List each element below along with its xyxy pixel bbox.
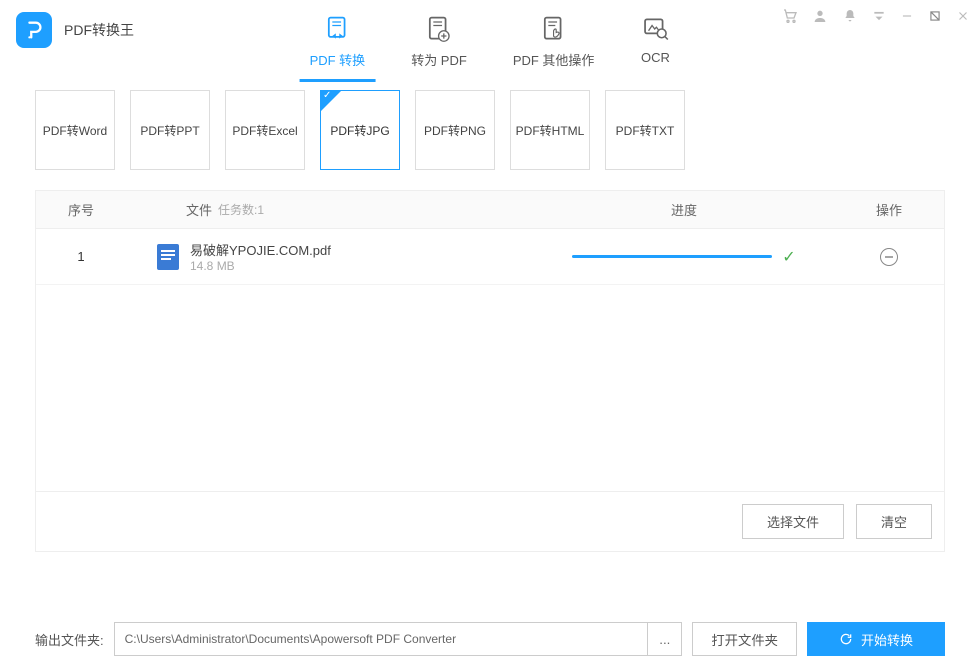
clear-button[interactable]: 清空 [856, 504, 932, 539]
document-convert-icon [322, 14, 352, 44]
conv-label: PDF转Excel [232, 122, 297, 139]
nav-tabs: PDF 转换 转为 PDF PDF 其他操作 OCR [300, 10, 681, 82]
file-info: 易破解YPOJIE.COM.pdf 14.8 MB [190, 240, 331, 273]
tab-label: 转为 PDF [411, 50, 467, 69]
conv-label: PDF转TXT [616, 122, 675, 139]
conv-label: PDF转PPT [140, 122, 199, 139]
file-table: 序号 文件 任务数:1 进度 操作 1 易破解YPOJIE.COM.pdf 14… [35, 190, 945, 552]
tab-label: PDF 转换 [310, 50, 366, 69]
app-title: PDF转换王 [64, 20, 134, 40]
conv-pdf-to-ppt[interactable]: PDF转PPT [130, 90, 210, 170]
output-path-group: ... [114, 622, 683, 656]
close-icon[interactable] [956, 9, 970, 23]
titlebar: PDF转换王 PDF 转换 转为 PDF PDF 其他操作 OCR [0, 0, 980, 60]
refresh-icon [839, 632, 853, 646]
conv-pdf-to-word[interactable]: PDF转Word [35, 90, 115, 170]
select-file-button[interactable]: 选择文件 [742, 504, 844, 539]
main-content: PDF转Word PDF转PPT PDF转Excel PDF转JPG PDF转P… [0, 90, 980, 552]
titlebar-controls [782, 8, 970, 24]
conv-label: PDF转PNG [424, 122, 486, 139]
pdf-file-icon [156, 243, 180, 271]
conv-pdf-to-png[interactable]: PDF转PNG [415, 90, 495, 170]
start-label: 开始转换 [861, 630, 913, 649]
progress-bar [572, 255, 772, 258]
bell-icon[interactable] [842, 8, 858, 24]
cart-icon[interactable] [782, 8, 798, 24]
browse-button[interactable]: ... [648, 622, 682, 656]
tab-to-pdf[interactable]: 转为 PDF [401, 10, 477, 82]
tab-pdf-convert[interactable]: PDF 转换 [300, 10, 376, 82]
bottom-bar: 输出文件夹: ... 打开文件夹 开始转换 [35, 622, 945, 656]
row-num: 1 [36, 249, 126, 264]
conv-pdf-to-jpg[interactable]: PDF转JPG [320, 90, 400, 170]
tab-pdf-other[interactable]: PDF 其他操作 [503, 10, 605, 82]
document-add-icon [424, 14, 454, 44]
header-num: 序号 [36, 200, 126, 219]
header-task-count: 任务数:1 [218, 201, 264, 218]
checkmark-icon: ✓ [782, 247, 795, 267]
progress-cell: ✓ [534, 247, 834, 267]
tab-ocr[interactable]: OCR [630, 10, 680, 82]
user-icon[interactable] [812, 8, 828, 24]
table-body: 1 易破解YPOJIE.COM.pdf 14.8 MB ✓ [36, 229, 944, 491]
minimize-icon[interactable] [900, 9, 914, 23]
table-row: 1 易破解YPOJIE.COM.pdf 14.8 MB ✓ [36, 229, 944, 285]
conv-pdf-to-txt[interactable]: PDF转TXT [605, 90, 685, 170]
conv-label: PDF转JPG [330, 122, 389, 139]
remove-button[interactable] [880, 248, 898, 266]
conv-label: PDF转HTML [516, 122, 585, 139]
table-header: 序号 文件 任务数:1 进度 操作 [36, 191, 944, 229]
conv-label: PDF转Word [43, 122, 107, 139]
header-progress: 进度 [534, 200, 834, 219]
conv-pdf-to-html[interactable]: PDF转HTML [510, 90, 590, 170]
tab-label: OCR [641, 50, 670, 65]
table-footer: 选择文件 清空 [36, 491, 944, 551]
header-file-label: 文件 [186, 200, 212, 219]
conversion-type-grid: PDF转Word PDF转PPT PDF转Excel PDF转JPG PDF转P… [35, 90, 945, 170]
file-name: 易破解YPOJIE.COM.pdf [190, 240, 331, 259]
document-hand-icon [539, 14, 569, 44]
app-logo-icon [16, 12, 52, 48]
file-size: 14.8 MB [190, 259, 331, 273]
maximize-icon[interactable] [928, 9, 942, 23]
ocr-icon [640, 14, 670, 44]
action-cell [834, 248, 944, 266]
header-file: 文件 任务数:1 [126, 200, 534, 219]
start-convert-button[interactable]: 开始转换 [807, 622, 945, 656]
conv-pdf-to-excel[interactable]: PDF转Excel [225, 90, 305, 170]
header-action: 操作 [834, 200, 944, 219]
menu-dropdown-icon[interactable] [872, 9, 886, 23]
output-folder-label: 输出文件夹: [35, 630, 104, 649]
tab-label: PDF 其他操作 [513, 50, 595, 69]
output-path-input[interactable] [114, 622, 649, 656]
open-folder-button[interactable]: 打开文件夹 [692, 622, 797, 656]
file-cell: 易破解YPOJIE.COM.pdf 14.8 MB [126, 240, 534, 273]
